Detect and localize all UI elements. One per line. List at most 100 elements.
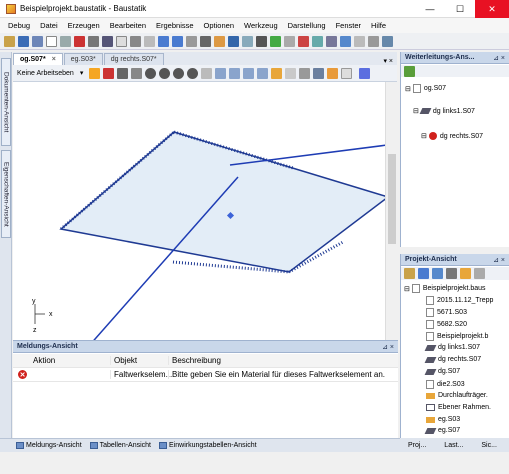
tab-og-s07[interactable]: og.S07* × <box>13 53 63 65</box>
preview-icon[interactable] <box>88 35 99 47</box>
select-box-icon[interactable] <box>103 67 115 79</box>
menu-datei[interactable]: Datei <box>40 21 58 30</box>
tree-root[interactable]: ⊟ og.S07 <box>405 84 446 93</box>
tree-item-dg-rechts[interactable]: ⊟ dg rechts.S07 <box>421 132 483 140</box>
zoom-in-icon[interactable] <box>159 67 171 79</box>
list-item[interactable]: eg.S07 <box>424 427 460 434</box>
view-front-icon[interactable] <box>215 67 227 79</box>
chevron-down-icon[interactable]: ▾ <box>80 69 84 77</box>
view-side-icon[interactable] <box>229 67 241 79</box>
list-item[interactable]: Durchlaufträger. <box>426 392 488 399</box>
menu-debug[interactable]: Debug <box>8 21 30 30</box>
zoom-out-icon[interactable] <box>173 67 185 79</box>
faltwerk-slab[interactable] <box>59 131 390 273</box>
table-icon[interactable] <box>312 35 323 47</box>
table-row[interactable]: ✕ Faltwerkselem... Bitte geben Sie ein M… <box>13 368 398 382</box>
copy-icon[interactable] <box>144 35 155 47</box>
save-all-icon[interactable] <box>32 35 43 47</box>
rotate-icon[interactable] <box>117 67 129 79</box>
results-icon[interactable] <box>228 35 239 47</box>
tab-projekt[interactable]: Proj... <box>408 442 426 449</box>
shade-icon[interactable] <box>285 67 297 79</box>
pdf-icon[interactable] <box>74 35 85 47</box>
check-icon[interactable] <box>270 35 281 47</box>
menu-darstellung[interactable]: Darstellung <box>288 21 326 30</box>
col-aktion[interactable]: Aktion <box>13 356 110 365</box>
cut-icon[interactable] <box>102 35 113 47</box>
workplane-dropdown[interactable]: Keine Arbeitseben <box>17 70 74 77</box>
link-icon[interactable] <box>130 35 141 47</box>
render-icon[interactable] <box>341 67 353 79</box>
scrollbar-thumb[interactable] <box>388 154 396 244</box>
grid-icon[interactable] <box>200 35 211 47</box>
grid-toggle-icon[interactable] <box>299 67 311 79</box>
menu-bearbeiten[interactable]: Bearbeiten <box>110 21 146 30</box>
list-item[interactable]: dg rechts.S07 <box>424 356 481 363</box>
arrow-tool-icon[interactable] <box>382 35 393 47</box>
zoom-icon[interactable] <box>145 67 157 79</box>
collapse-icon[interactable]: ⊟ <box>413 107 419 115</box>
copy-project-icon[interactable] <box>446 268 457 279</box>
menu-fenster[interactable]: Fenster <box>336 21 361 30</box>
open-folder-icon[interactable] <box>404 268 415 279</box>
view-icon[interactable] <box>242 35 253 47</box>
move-icon[interactable] <box>256 35 267 47</box>
menu-hilfe[interactable]: Hilfe <box>371 21 386 30</box>
tab-sic[interactable]: Sic... <box>481 442 497 449</box>
import-icon[interactable] <box>432 268 443 279</box>
collapse-icon[interactable]: ⊟ <box>405 85 411 93</box>
viewport-scrollbar[interactable] <box>385 82 397 340</box>
pointer-icon[interactable] <box>89 67 101 79</box>
col-objekt[interactable]: Objekt <box>110 356 168 365</box>
new-project-icon[interactable] <box>418 268 429 279</box>
tab-dg-rechts-s07[interactable]: dg rechts.S07* <box>103 53 164 65</box>
tab-einwirkungstabellen-ansicht[interactable]: Einwirkungstabellen-Ansicht <box>159 442 257 449</box>
calculate-icon[interactable] <box>214 35 225 47</box>
pin-close-icons[interactable]: ⊿ × <box>493 256 505 264</box>
list-item[interactable]: Beispielprojekt.b <box>426 332 488 341</box>
tab-tabellen-ansicht[interactable]: Tabellen-Ansicht <box>89 442 151 449</box>
minimize-button[interactable]: — <box>415 0 445 18</box>
print-icon[interactable] <box>60 35 71 47</box>
close-button[interactable]: ✕ <box>475 0 509 18</box>
pin-close-icons[interactable]: ⊿ × <box>382 343 394 351</box>
animation-icon[interactable] <box>359 67 371 79</box>
col-beschreibung[interactable]: Beschreibung <box>168 356 398 365</box>
view-iso-icon[interactable] <box>257 67 269 79</box>
sort-icon[interactable] <box>460 268 471 279</box>
tree-item-dg-links1[interactable]: ⊟ dg links1.S07 <box>413 107 475 116</box>
save-icon[interactable] <box>18 35 29 47</box>
list-item[interactable]: 2015.11.12_Trepp <box>426 296 493 305</box>
list-item[interactable]: Ebener Rahmen. <box>426 404 491 411</box>
filter-icon[interactable] <box>474 268 485 279</box>
wireframe-icon[interactable] <box>271 67 283 79</box>
refresh-icon[interactable] <box>404 66 415 77</box>
pan-icon[interactable] <box>131 67 143 79</box>
tree-root[interactable]: ⊟ Beispielprojekt.baus <box>404 284 486 293</box>
menu-optionen[interactable]: Optionen <box>204 21 234 30</box>
tools-icon[interactable] <box>354 35 365 47</box>
redo-icon[interactable] <box>172 35 183 47</box>
list-item[interactable]: 5671.S03 <box>426 308 467 317</box>
tab-eigenschaften-ansicht[interactable]: Eigenschaften-Ansicht <box>1 150 11 238</box>
pin-close-icons[interactable]: ⊿ × <box>493 54 505 62</box>
comment-icon[interactable] <box>116 35 127 47</box>
list-item[interactable]: dg.S07 <box>424 368 460 375</box>
menu-werkzeug[interactable]: Werkzeug <box>244 21 278 30</box>
list-item[interactable]: eg.S03 <box>426 416 460 423</box>
new-document-icon[interactable] <box>46 35 57 47</box>
select-icon[interactable] <box>186 35 197 47</box>
settings-icon[interactable] <box>284 35 295 47</box>
layers-toggle-icon[interactable] <box>313 67 325 79</box>
new-folder-icon[interactable] <box>4 35 15 47</box>
tab-dokumenten-ansicht[interactable]: Dokumenten-Ansicht <box>1 58 11 146</box>
export-icon[interactable] <box>340 35 351 47</box>
maximize-button[interactable]: ☐ <box>445 0 475 18</box>
collapse-icon[interactable]: ⊟ <box>421 132 427 140</box>
layers-icon[interactable] <box>368 35 379 47</box>
menu-erzeugen[interactable]: Erzeugen <box>68 21 100 30</box>
undo-icon[interactable] <box>158 35 169 47</box>
list-item[interactable]: dg links1.S07 <box>424 344 480 351</box>
close-tab-icon[interactable]: × <box>52 56 56 63</box>
view-top-icon[interactable] <box>243 67 255 79</box>
